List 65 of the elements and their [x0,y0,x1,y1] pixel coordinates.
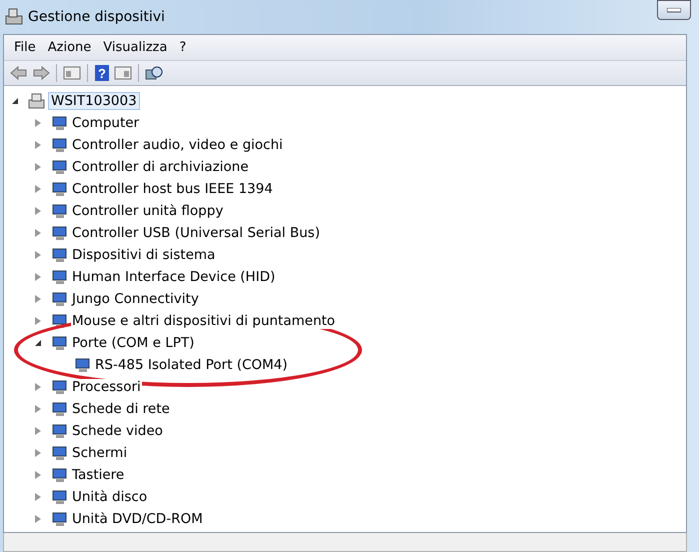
expand-arrow[interactable] [35,207,41,215]
menu-item[interactable]: Visualizza [99,40,172,55]
computer-icon [4,8,24,26]
forward-arrow-icon[interactable] [32,65,50,81]
expand-arrow[interactable] [35,317,41,325]
expand-arrow[interactable] [35,119,41,127]
device-icon [51,203,69,219]
expand-arrow[interactable] [35,251,41,259]
menu-item[interactable]: ? [175,40,190,55]
device-icon [51,423,69,439]
tree-item[interactable]: Controller unità floppy [71,203,224,219]
minimize-button[interactable] [657,0,691,20]
expand-arrow[interactable] [35,163,41,171]
menu-item[interactable]: File [10,40,40,55]
expand-arrow[interactable] [35,295,41,303]
device-icon [51,137,69,153]
expand-arrow[interactable] [35,493,41,501]
scan-icon[interactable] [145,64,163,82]
tree-item[interactable]: Jungo Connectivity [71,291,200,307]
expand-arrow[interactable] [35,471,41,479]
device-icon [51,313,69,329]
minimize-icon [667,8,681,12]
panel-icon[interactable] [63,65,81,81]
window-title: Gestione dispositivi [28,9,165,25]
expand-arrow[interactable] [35,405,41,413]
device-icon [51,511,69,527]
tree-item[interactable]: RS-485 Isolated Port (COM4) [94,357,289,373]
expand-arrow[interactable] [35,449,41,457]
panel-icon[interactable] [114,65,132,81]
collapse-arrow[interactable] [35,340,41,346]
expand-arrow[interactable] [35,185,41,193]
expand-arrow[interactable] [35,515,41,523]
tree-item[interactable]: Human Interface Device (HID) [71,269,276,285]
tree-item[interactable]: Controller USB (Universal Serial Bus) [71,225,321,241]
device-icon [51,401,69,417]
menu-item[interactable]: Azione [44,40,96,55]
back-arrow-icon[interactable] [10,65,28,81]
collapse-arrow[interactable] [12,98,18,104]
device-icon [51,445,69,461]
device-icon [51,181,69,197]
device-icon [51,379,69,395]
device-icon [51,159,69,175]
device-icon [51,489,69,505]
tree-item[interactable]: Dispositivi di sistema [71,247,216,263]
expand-arrow[interactable] [35,141,41,149]
expand-arrow[interactable] [35,273,41,281]
tree-item[interactable]: Computer [71,115,140,131]
tree-item[interactable]: Porte (COM e LPT) [71,335,196,351]
expand-arrow[interactable] [35,383,41,391]
device-icon [51,115,69,131]
device-icon [51,225,69,241]
tree-item[interactable]: WSIT103003 [48,92,140,110]
help-icon[interactable]: ? [94,64,110,82]
device-icon [74,357,92,373]
device-icon [51,335,69,351]
tree-item[interactable]: Unità DVD/CD-ROM [71,511,204,527]
expand-arrow[interactable] [35,229,41,237]
device-icon [51,291,69,307]
device-icon [51,247,69,263]
computer-icon [28,93,46,109]
expand-arrow[interactable] [35,427,41,435]
tree-item[interactable]: Controller audio, video e giochi [71,137,284,153]
tree-item[interactable]: Mouse e altri dispositivi di puntamento [71,313,336,329]
device-icon [51,269,69,285]
device-icon [51,467,69,483]
